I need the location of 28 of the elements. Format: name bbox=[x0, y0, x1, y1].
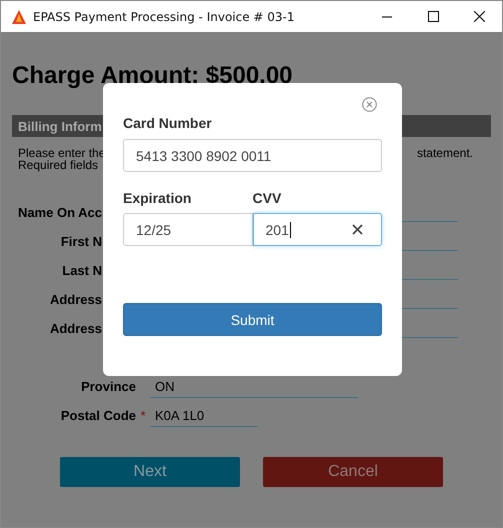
close-icon bbox=[474, 11, 484, 22]
field-label: Card Number bbox=[123, 115, 213, 131]
field-label: Address bbox=[48, 292, 102, 307]
submit-button[interactable]: Submit bbox=[123, 303, 382, 336]
section-title: Billing Inform bbox=[18, 118, 102, 134]
required-mark: * bbox=[139, 408, 147, 423]
field-label: Address bbox=[48, 321, 102, 336]
field-label: CVV bbox=[252, 190, 282, 206]
field-label: Postal Code bbox=[60, 408, 136, 423]
intro-text: Required fields bbox=[18, 159, 100, 171]
input-field[interactable]: 201 bbox=[252, 213, 382, 246]
input-field[interactable]: 5413 3300 8902 0011 bbox=[123, 139, 382, 172]
window-title: EPASS Payment Processing - Invoice # 03-1 bbox=[33, 10, 296, 24]
intro-text: statement. bbox=[416, 147, 473, 162]
clear-icon[interactable] bbox=[352, 224, 363, 235]
input-field[interactable]: 12/25 bbox=[123, 213, 252, 246]
app-logo-icon bbox=[11, 8, 27, 24]
field-label: Last N bbox=[61, 263, 102, 278]
field-label: Province bbox=[80, 379, 136, 394]
close-icon[interactable] bbox=[362, 97, 377, 112]
maximize-icon bbox=[428, 11, 438, 22]
input-field[interactable]: K0A 1L0 bbox=[150, 404, 258, 426]
field-label: Expiration bbox=[123, 190, 192, 206]
field-label: Name On Acc bbox=[16, 205, 102, 220]
charge-amount-heading: Charge Amount: $500.00 bbox=[12, 62, 294, 90]
next-button[interactable]: Next bbox=[60, 457, 240, 487]
cancel-button[interactable]: Cancel bbox=[263, 457, 443, 487]
field-label: First N bbox=[60, 234, 102, 249]
